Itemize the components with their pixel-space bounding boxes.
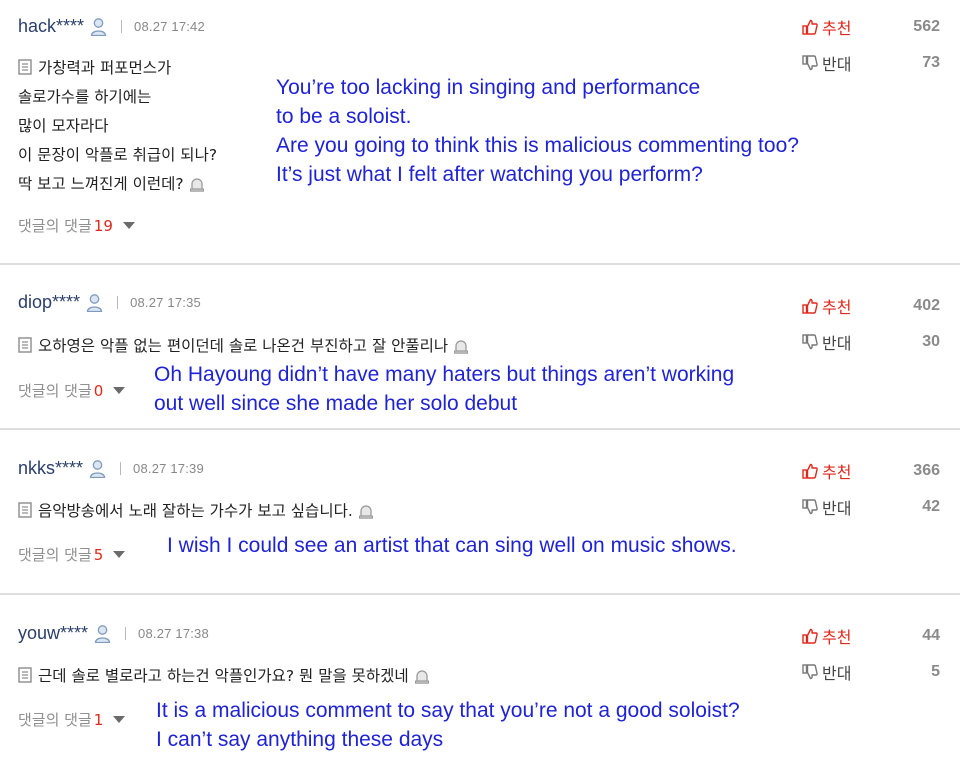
- translation-caption: You’re too lacking in singing and perfor…: [276, 76, 799, 186]
- downvote-count: 5: [931, 663, 940, 680]
- comment-item: diop**** 08.27 17:35 오하영은 악플 없는 편이던데 솔로 …: [0, 265, 960, 430]
- reply-label: 댓글의 댓글: [18, 711, 92, 729]
- comment-text-block: 음악방송에서 노래 잘하는 가수가 보고 싶습니다.: [18, 497, 374, 526]
- comment-body: 오하영은 악플 없는 편이던데 솔로 나온건 부진하고 잘 안풀리나: [18, 332, 469, 361]
- comment-author-line: youw**** 08.27 17:38: [18, 621, 209, 645]
- reply-count: 1: [93, 710, 104, 729]
- thumbs-up-icon: [802, 298, 818, 314]
- timestamp: 08.27 17:35: [130, 294, 201, 310]
- username[interactable]: diop****: [18, 292, 80, 313]
- reply-count: 5: [93, 545, 104, 564]
- report-icon[interactable]: [358, 500, 374, 519]
- comment-text: 근데 솔로 별로라고 하는건 악플인가요? 뭔 말을 못하겠네: [38, 667, 409, 685]
- divider: [121, 19, 123, 33]
- upvote-label: 추천: [822, 628, 852, 647]
- divider: [117, 295, 119, 309]
- thumbs-down-icon: [802, 55, 818, 71]
- user-icon: [94, 624, 111, 643]
- comment-text-block: 근데 솔로 별로라고 하는건 악플인가요? 뭔 말을 못하겠네: [18, 662, 430, 691]
- upvote-button[interactable]: 추천 562: [802, 16, 940, 38]
- username[interactable]: nkks****: [18, 458, 83, 479]
- report-icon[interactable]: [414, 665, 430, 684]
- caret-down-icon: [122, 222, 135, 229]
- caret-down-icon: [113, 551, 126, 558]
- translation-caption: Oh Hayoung didn’t have many haters but t…: [154, 363, 735, 415]
- timestamp: 08.27 17:42: [134, 18, 205, 34]
- downvote-button[interactable]: 반대 5: [802, 661, 940, 683]
- caret-down-icon: [113, 387, 126, 394]
- comment-item: nkks**** 08.27 17:39 음악방송에서 노래 잘하는 가수가 보…: [0, 430, 960, 595]
- comment-item: hack**** 08.27 17:42 가창력과 퍼포먼스가 솔로가수를 하기…: [0, 0, 960, 265]
- downvote-label: 반대: [822, 334, 852, 353]
- reply-label: 댓글의 댓글: [18, 382, 92, 400]
- downvote-button[interactable]: 반대 73: [802, 52, 940, 74]
- downvote-button[interactable]: 반대 30: [802, 331, 940, 353]
- comment-text-block: 가창력과 퍼포먼스가 솔로가수를 하기에는 많이 모자라다 이 문장이 악플로 …: [18, 54, 217, 199]
- timestamp: 08.27 17:38: [138, 625, 209, 641]
- downvote-count: 30: [922, 333, 940, 350]
- comment-author-line: nkks**** 08.27 17:39: [18, 456, 204, 480]
- thumbs-down-icon: [802, 334, 818, 350]
- upvote-count: 366: [913, 462, 940, 479]
- upvote-label: 추천: [822, 463, 852, 482]
- upvote-count: 44: [922, 627, 940, 644]
- downvote-label: 반대: [822, 664, 852, 683]
- downvote-count: 73: [922, 54, 940, 71]
- caret-down-icon: [113, 716, 126, 723]
- comment-text: 가창력과 퍼포먼스가 솔로가수를 하기에는 많이 모자라다 이 문장이 악플로 …: [18, 59, 218, 193]
- user-icon: [86, 293, 103, 312]
- comment-text-block: 오하영은 악플 없는 편이던데 솔로 나온건 부진하고 잘 안풀리나: [18, 332, 469, 361]
- upvote-count: 402: [913, 297, 940, 314]
- upvote-button[interactable]: 추천 402: [802, 295, 940, 317]
- upvote-label: 추천: [822, 19, 852, 38]
- comment-author-line: diop**** 08.27 17:35: [18, 290, 201, 314]
- comment-text: 오하영은 악플 없는 편이던데 솔로 나온건 부진하고 잘 안풀리나: [38, 337, 449, 355]
- reply-toggle[interactable]: 댓글의 댓글 19: [18, 215, 135, 236]
- user-icon: [90, 17, 107, 36]
- reply-count: 0: [93, 381, 104, 400]
- thumbs-up-icon: [802, 628, 818, 644]
- reply-toggle[interactable]: 댓글의 댓글 1: [18, 709, 126, 730]
- upvote-button[interactable]: 추천 366: [802, 460, 940, 482]
- downvote-label: 반대: [822, 55, 852, 74]
- document-icon: [18, 664, 32, 683]
- divider: [120, 461, 122, 475]
- document-icon: [18, 499, 32, 518]
- reply-toggle[interactable]: 댓글의 댓글 5: [18, 544, 126, 565]
- comment-body: 음악방송에서 노래 잘하는 가수가 보고 싶습니다.: [18, 497, 374, 526]
- timestamp: 08.27 17:39: [133, 460, 204, 476]
- upvote-button[interactable]: 추천 44: [802, 625, 940, 647]
- comment-body: 가창력과 퍼포먼스가 솔로가수를 하기에는 많이 모자라다 이 문장이 악플로 …: [18, 54, 217, 199]
- document-icon: [18, 334, 32, 353]
- comment-body: 근데 솔로 별로라고 하는건 악플인가요? 뭔 말을 못하겠네: [18, 662, 430, 691]
- upvote-label: 추천: [822, 298, 852, 317]
- document-icon: [18, 56, 32, 75]
- downvote-button[interactable]: 반대 42: [802, 496, 940, 518]
- reply-count: 19: [93, 216, 113, 235]
- upvote-count: 562: [913, 18, 940, 35]
- thumbs-down-icon: [802, 664, 818, 680]
- thumbs-down-icon: [802, 499, 818, 515]
- report-icon[interactable]: [453, 335, 469, 354]
- report-icon[interactable]: [189, 173, 205, 192]
- comment-item: youw**** 08.27 17:38 근데 솔로 별로라고 하는건 악플인가…: [0, 595, 960, 757]
- reply-toggle[interactable]: 댓글의 댓글 0: [18, 380, 126, 401]
- divider: [125, 626, 127, 640]
- thumbs-up-icon: [802, 19, 818, 35]
- comment-text: 음악방송에서 노래 잘하는 가수가 보고 싶습니다.: [38, 502, 353, 520]
- translation-caption: It is a malicious comment to say that yo…: [156, 699, 740, 751]
- reply-label: 댓글의 댓글: [18, 217, 92, 235]
- user-icon: [89, 459, 106, 478]
- comment-author-line: hack**** 08.27 17:42: [18, 14, 205, 38]
- username[interactable]: hack****: [18, 16, 84, 37]
- downvote-label: 반대: [822, 499, 852, 518]
- translation-caption: I wish I could see an artist that can si…: [167, 534, 737, 557]
- downvote-count: 42: [922, 498, 940, 515]
- thumbs-up-icon: [802, 463, 818, 479]
- username[interactable]: youw****: [18, 623, 88, 644]
- reply-label: 댓글의 댓글: [18, 546, 92, 564]
